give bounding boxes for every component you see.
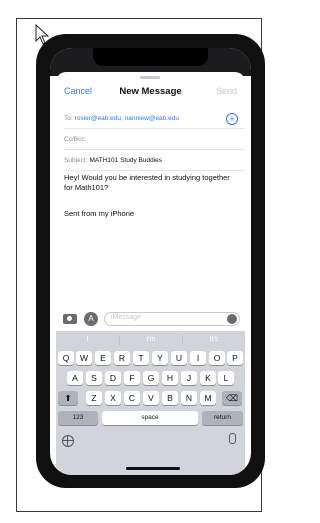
key-f[interactable]: F: [124, 371, 140, 385]
message-bar: A iMessage: [56, 309, 245, 329]
keyboard: I I'm It's Q W E R T Y U I O P A S D F G…: [56, 331, 245, 475]
key-p[interactable]: P: [227, 351, 243, 365]
key-r[interactable]: R: [114, 351, 130, 365]
app-store-icon[interactable]: A: [84, 312, 98, 326]
compose-navbar: Cancel New Message Send: [56, 80, 245, 102]
key-d[interactable]: D: [105, 371, 121, 385]
key-z[interactable]: Z: [86, 391, 102, 405]
imessage-placeholder: iMessage: [111, 314, 141, 321]
audio-icon[interactable]: [227, 314, 237, 324]
key-e[interactable]: E: [95, 351, 111, 365]
imessage-input[interactable]: iMessage: [104, 312, 240, 326]
to-label: To:: [64, 114, 73, 122]
compose-sheet: Cancel New Message Send To: rosier@eab.e…: [56, 72, 245, 475]
subject-label: Subject:: [64, 156, 88, 164]
to-field[interactable]: To: rosier@eab.edu, nanniew@eab.edu +: [64, 108, 245, 129]
subject-value[interactable]: MATH101 Study Buddies: [90, 157, 163, 164]
sheet-grabber[interactable]: [140, 76, 160, 79]
key-l[interactable]: L: [218, 371, 234, 385]
key-u[interactable]: U: [171, 351, 187, 365]
to-recipients[interactable]: rosier@eab.edu, nanniew@eab.edu: [75, 115, 179, 122]
send-button[interactable]: Send: [216, 86, 237, 96]
key-s[interactable]: S: [86, 371, 102, 385]
key-k[interactable]: K: [200, 371, 216, 385]
suggestion-3[interactable]: It's: [183, 333, 245, 347]
suggestion-1[interactable]: I: [56, 333, 119, 347]
key-w[interactable]: W: [76, 351, 92, 365]
key-g[interactable]: G: [143, 371, 159, 385]
key-y[interactable]: Y: [152, 351, 168, 365]
key-t[interactable]: T: [133, 351, 149, 365]
message-body[interactable]: Hey! Would you be interested in studying…: [64, 173, 239, 193]
key-i[interactable]: I: [190, 351, 206, 365]
suggestion-2[interactable]: I'm: [120, 333, 182, 347]
subject-field[interactable]: Subject: MATH101 Study Buddies: [64, 150, 245, 171]
shift-key[interactable]: ⬆: [58, 391, 78, 405]
notch: [93, 48, 208, 66]
key-c[interactable]: C: [124, 391, 140, 405]
key-h[interactable]: H: [162, 371, 178, 385]
backspace-key[interactable]: ⌫: [222, 391, 242, 405]
key-j[interactable]: J: [181, 371, 197, 385]
return-key[interactable]: return: [202, 411, 243, 425]
key-v[interactable]: V: [143, 391, 159, 405]
phone-screen: Cancel New Message Send To: rosier@eab.e…: [50, 48, 251, 475]
home-indicator[interactable]: [126, 467, 180, 470]
key-m[interactable]: M: [200, 391, 216, 405]
ccbcc-field[interactable]: Cc/Bcc:: [64, 129, 245, 150]
space-key[interactable]: space: [102, 411, 198, 425]
add-contact-icon[interactable]: +: [226, 113, 238, 125]
ccbcc-label: Cc/Bcc:: [64, 135, 87, 143]
key-q[interactable]: Q: [58, 351, 74, 365]
numbers-key[interactable]: 123: [58, 411, 98, 425]
key-n[interactable]: N: [181, 391, 197, 405]
globe-icon[interactable]: [62, 435, 74, 447]
signature[interactable]: Sent from my iPhone: [64, 209, 134, 218]
key-x[interactable]: X: [105, 391, 121, 405]
camera-icon[interactable]: [63, 314, 77, 324]
key-o[interactable]: O: [209, 351, 225, 365]
dictation-mic-icon[interactable]: [229, 433, 236, 444]
key-a[interactable]: A: [67, 371, 83, 385]
key-b[interactable]: B: [162, 391, 178, 405]
